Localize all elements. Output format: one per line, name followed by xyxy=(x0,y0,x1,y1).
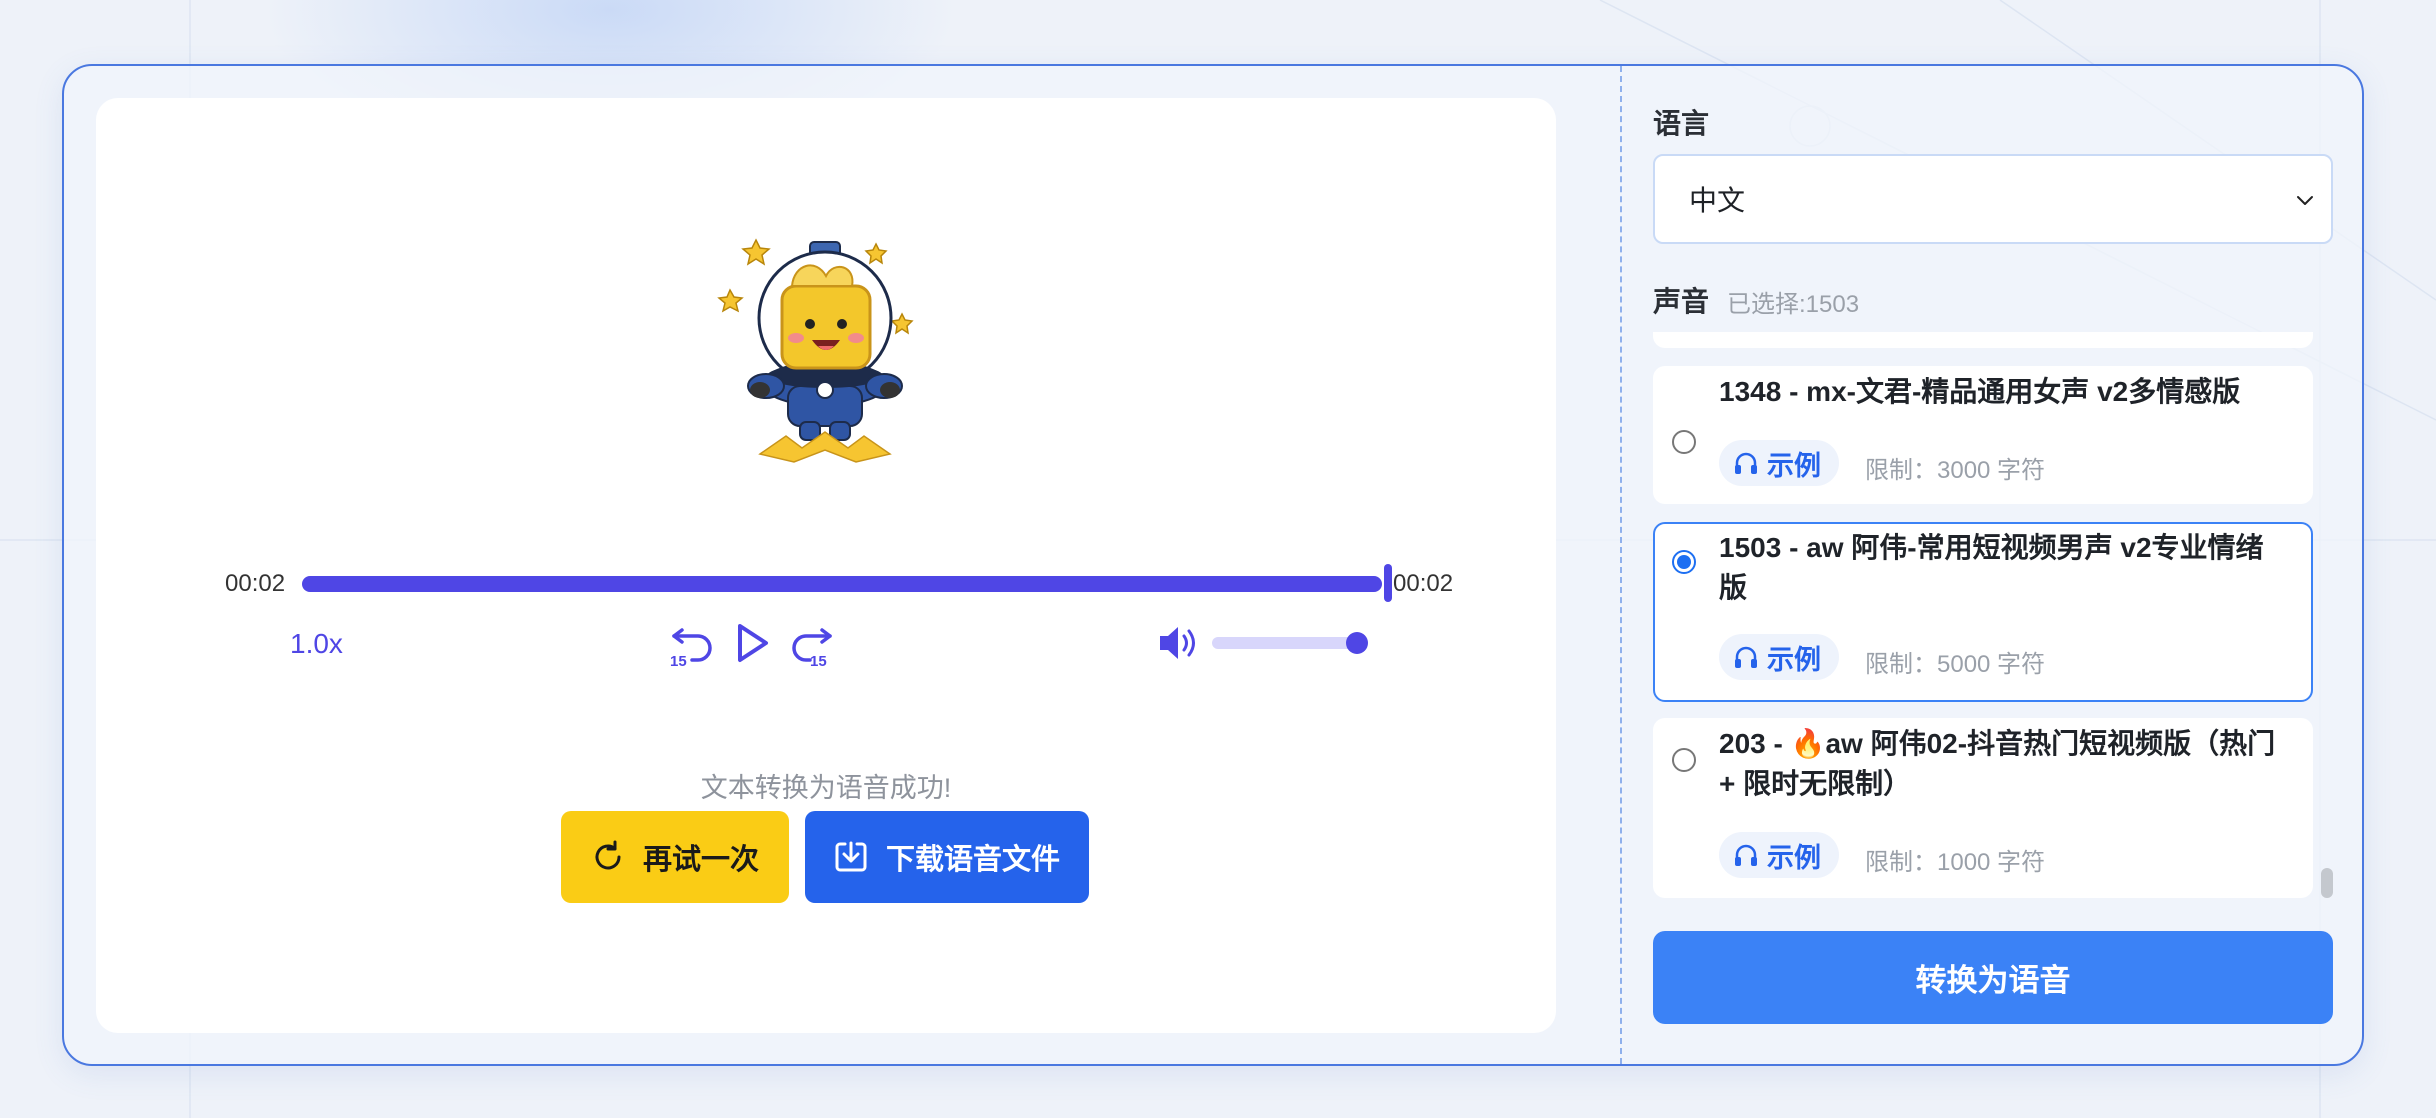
convert-button[interactable]: 转换为语音 xyxy=(1653,931,2333,1024)
success-message: 文本转换为语音成功! xyxy=(700,773,952,803)
char-limit: 限制：5000 字符 xyxy=(1865,651,2046,678)
char-limit: 限制：1000 字符 xyxy=(1865,849,2046,876)
sample-button[interactable]: 示例 xyxy=(1719,440,1839,486)
headphones-icon xyxy=(1735,452,1757,474)
volume-icon[interactable] xyxy=(1158,624,1200,662)
svg-text:15: 15 xyxy=(670,653,687,668)
retry-button[interactable]: 再试一次 xyxy=(561,811,789,903)
headphones-icon xyxy=(1735,646,1757,668)
voice-selected-text: 已选择:1503 xyxy=(1727,291,1860,318)
play-icon[interactable] xyxy=(732,620,772,666)
char-limit: 限制：3000 字符 xyxy=(1865,457,2046,484)
sample-button[interactable]: 示例 xyxy=(1719,832,1839,878)
sample-label: 示例 xyxy=(1767,450,1821,481)
voice-title: 1503 - aw 阿伟-常用短视频男声 v2专业情绪版 xyxy=(1719,532,2264,603)
voice-list[interactable]: 1348 - mx-文君-精品通用女声 v2多情感版 示例 限制：3000 字符… xyxy=(1653,332,2313,898)
volume-slider[interactable] xyxy=(1212,637,1360,649)
progress-bar[interactable] xyxy=(302,576,1382,592)
language-selected-value: 中文 xyxy=(1689,185,1746,216)
download-label: 下载语音文件 xyxy=(885,844,1060,876)
list-scrollbar[interactable] xyxy=(2321,868,2333,898)
voice-title: 203 - 🔥aw 阿伟02-抖音热门短视频版（热门 + 限时无限制） xyxy=(1719,728,2276,799)
current-time: 00:02 xyxy=(225,570,286,597)
sample-label: 示例 xyxy=(1767,842,1821,873)
mascot-illustration xyxy=(717,238,914,463)
forward-15-icon[interactable]: 15 xyxy=(786,620,836,668)
headphones-icon xyxy=(1735,844,1757,866)
list-item xyxy=(1653,332,2313,348)
volume-thumb[interactable] xyxy=(1346,632,1368,654)
voice-item-203[interactable]: 203 - 🔥aw 阿伟02-抖音热门短视频版（热门 + 限时无限制） 示例 限… xyxy=(1653,718,2313,898)
voice-radio[interactable] xyxy=(1672,550,1696,574)
playback-speed-button[interactable]: 1.0x xyxy=(290,628,343,660)
voice-radio[interactable] xyxy=(1672,748,1696,772)
duration-time: 00:02 xyxy=(1393,570,1454,597)
chevron-down-icon xyxy=(2297,196,2313,205)
sample-label: 示例 xyxy=(1767,644,1821,675)
language-label: 语言 xyxy=(1653,108,1710,139)
svg-text:15: 15 xyxy=(810,653,827,668)
panel-divider xyxy=(1620,66,1622,1064)
language-select[interactable]: 中文 xyxy=(1653,154,2333,244)
download-icon xyxy=(835,841,867,872)
voice-radio[interactable] xyxy=(1672,430,1696,454)
progress-thumb[interactable] xyxy=(1384,564,1392,602)
voice-title: 1348 - mx-文君-精品通用女声 v2多情感版 xyxy=(1719,376,2241,407)
refresh-icon xyxy=(595,840,621,870)
voice-label: 声音 xyxy=(1653,286,1710,317)
voice-item-1348[interactable]: 1348 - mx-文君-精品通用女声 v2多情感版 示例 限制：3000 字符 xyxy=(1653,366,2313,504)
sample-button[interactable]: 示例 xyxy=(1719,634,1839,680)
download-button[interactable]: 下载语音文件 xyxy=(805,811,1089,903)
voice-item-1503[interactable]: 1503 - aw 阿伟-常用短视频男声 v2专业情绪版 示例 限制：5000 … xyxy=(1653,522,2313,702)
retry-label: 再试一次 xyxy=(642,844,759,876)
rewind-15-icon[interactable]: 15 xyxy=(668,620,716,668)
